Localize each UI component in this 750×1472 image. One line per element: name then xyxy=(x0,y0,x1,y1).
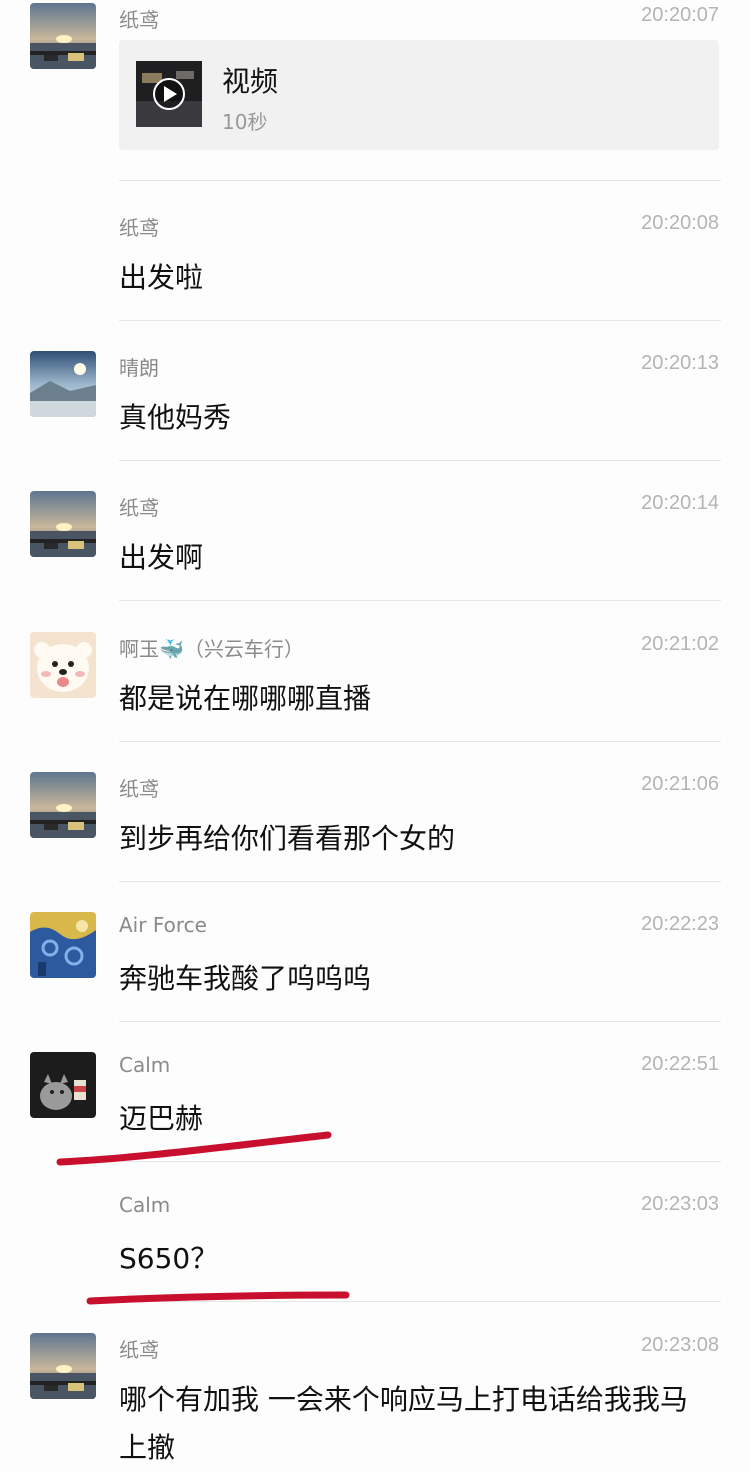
sender-name: 纸鸢 xyxy=(119,496,159,520)
chat-message: 纸鸢 20:20:07 视频 10秒 xyxy=(0,0,750,180)
chat-message: 晴朗 20:20:13 真他妈秀 xyxy=(0,348,750,460)
sunset-avatar-icon xyxy=(30,3,96,69)
chat-message: Calm 20:22:51 迈巴赫 xyxy=(0,1049,750,1161)
sender-avatar[interactable] xyxy=(30,912,96,978)
video-title: 视频 xyxy=(222,65,279,98)
whale-emoji-icon: 🐳 xyxy=(159,637,184,661)
message-text[interactable]: 到步再给你们看看那个女的 xyxy=(119,815,719,863)
video-thumbnail xyxy=(136,61,202,127)
chat-message: 纸鸢 20:21:06 到步再给你们看看那个女的 xyxy=(0,769,750,881)
sender-name-suffix: （兴云车行） xyxy=(183,637,304,661)
sender-name: 纸鸢 xyxy=(119,777,159,801)
sender-name: 纸鸢 xyxy=(119,216,159,240)
chat-message: 纸鸢 20:23:08 哪个有加我 一会来个响应马上打电话给我我马上撤 xyxy=(0,1330,750,1468)
message-divider xyxy=(119,741,721,742)
sunset-avatar-icon xyxy=(30,1333,96,1399)
message-divider xyxy=(119,1021,721,1022)
chat-message: Calm 20:23:03 S650？ xyxy=(0,1189,750,1301)
sender-name: 纸鸢 xyxy=(119,1338,159,1362)
sender-name: Calm xyxy=(119,1053,171,1077)
starry-night-avatar-icon xyxy=(30,912,96,978)
message-text[interactable]: 出发啦 xyxy=(119,254,719,302)
message-divider xyxy=(119,460,721,461)
message-timestamp: 20:23:03 xyxy=(641,1193,719,1215)
puppy-avatar-icon xyxy=(30,632,96,698)
message-timestamp: 20:22:51 xyxy=(641,1053,719,1075)
message-timestamp: 20:21:02 xyxy=(641,633,719,655)
sender-avatar[interactable] xyxy=(30,772,96,838)
chat-message: 纸鸢 20:20:08 出发啦 xyxy=(0,208,750,320)
chat-message: 啊玉🐳（兴云车行） 20:21:02 都是说在哪哪哪直播 xyxy=(0,629,750,741)
message-text[interactable]: 真他妈秀 xyxy=(119,394,719,442)
chat-message-list[interactable]: 纸鸢 20:20:07 视频 10秒 纸鸢 20:20:08 出发啦 晴朗 20… xyxy=(0,0,750,1468)
message-text[interactable]: S650？ xyxy=(119,1235,719,1283)
message-text[interactable]: 迈巴赫 xyxy=(119,1095,719,1143)
message-timestamp: 20:20:08 xyxy=(641,212,719,234)
sender-name: 晴朗 xyxy=(119,356,159,380)
lake-avatar-icon xyxy=(30,351,96,417)
sender-avatar[interactable] xyxy=(30,1052,96,1118)
sender-avatar[interactable] xyxy=(30,632,96,698)
chat-message: 纸鸢 20:20:14 出发啊 xyxy=(0,488,750,600)
sender-name: Calm xyxy=(119,1193,171,1217)
message-divider xyxy=(119,180,721,181)
video-duration: 10秒 xyxy=(222,110,268,134)
message-timestamp: 20:20:07 xyxy=(641,4,719,26)
sender-name: 纸鸢 xyxy=(119,8,159,32)
sender-name: Air Force xyxy=(119,913,207,937)
message-divider xyxy=(119,320,721,321)
message-divider xyxy=(119,881,721,882)
cat-avatar-icon xyxy=(30,1052,96,1118)
sender-avatar[interactable] xyxy=(30,491,96,557)
sender-name-text: 啊玉 xyxy=(119,637,159,661)
sunset-avatar-icon xyxy=(30,491,96,557)
message-timestamp: 20:20:13 xyxy=(641,352,719,374)
message-timestamp: 20:21:06 xyxy=(641,773,719,795)
message-text[interactable]: 都是说在哪哪哪直播 xyxy=(119,675,719,723)
message-divider xyxy=(119,600,721,601)
sunset-avatar-icon xyxy=(30,772,96,838)
sender-name: 啊玉🐳（兴云车行） xyxy=(119,633,304,662)
message-divider xyxy=(119,1161,721,1162)
message-text[interactable]: 奔驰车我酸了呜呜呜 xyxy=(119,955,719,1003)
sender-avatar[interactable] xyxy=(30,3,96,69)
chat-message: Air Force 20:22:23 奔驰车我酸了呜呜呜 xyxy=(0,909,750,1021)
message-divider xyxy=(119,1301,721,1302)
sender-avatar[interactable] xyxy=(30,351,96,417)
message-text[interactable]: 出发啊 xyxy=(119,534,719,582)
sender-avatar[interactable] xyxy=(30,1333,96,1399)
message-timestamp: 20:23:08 xyxy=(641,1334,719,1356)
video-message-card[interactable]: 视频 10秒 xyxy=(119,40,719,150)
message-timestamp: 20:20:14 xyxy=(641,492,719,514)
message-text[interactable]: 哪个有加我 一会来个响应马上打电话给我我马上撤 xyxy=(119,1376,709,1472)
message-timestamp: 20:22:23 xyxy=(641,913,719,935)
